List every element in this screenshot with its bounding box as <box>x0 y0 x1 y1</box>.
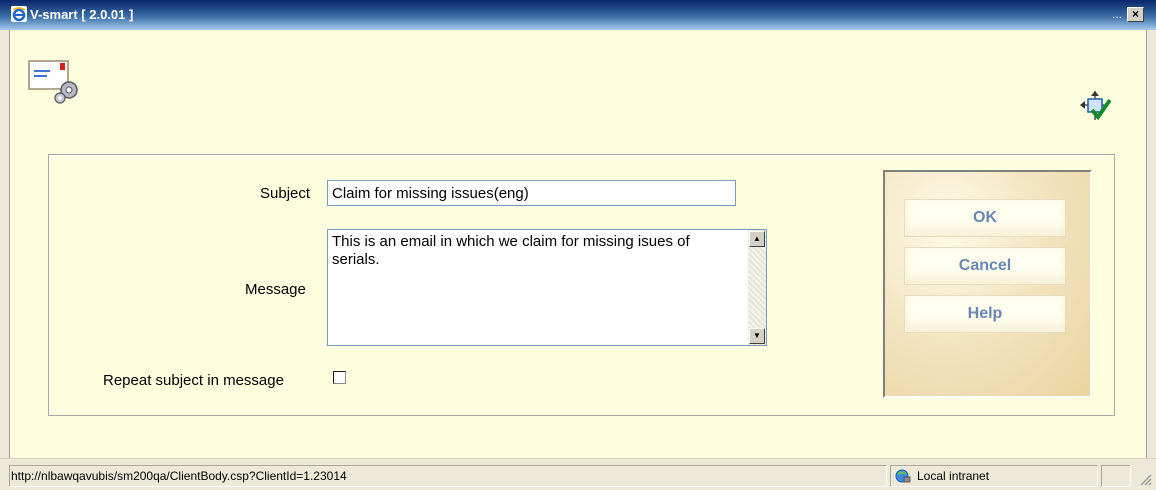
message-textarea[interactable]: This is an email in which we claim for m… <box>327 229 767 346</box>
window-ellipsis: ... <box>1112 7 1123 21</box>
window-title: V-smart [ 2.0.01 ] <box>30 7 134 22</box>
repeat-subject-label: Repeat subject in message <box>103 372 284 389</box>
status-url: http://nlbawqavubis/sm200qa/ClientBody.c… <box>9 465 887 487</box>
ok-button[interactable]: OK <box>904 199 1066 237</box>
scroll-down-icon[interactable]: ▼ <box>749 328 765 344</box>
scroll-up-icon[interactable]: ▲ <box>749 231 765 247</box>
message-scrollbar[interactable]: ▲ ▼ <box>748 230 766 345</box>
message-label: Message <box>245 281 306 298</box>
resize-grip-icon[interactable] <box>1136 470 1152 486</box>
title-bar[interactable]: V-smart [ 2.0.01 ] ... × <box>0 0 1156 30</box>
status-zone-label: Local intranet <box>917 469 990 483</box>
email-settings-icon[interactable] <box>27 58 79 104</box>
status-empty-cell <box>1101 465 1131 487</box>
intranet-icon <box>895 469 911 483</box>
help-button[interactable]: Help <box>904 295 1066 333</box>
subject-input[interactable] <box>327 180 736 206</box>
subject-label: Subject <box>260 185 311 202</box>
close-button[interactable]: × <box>1127 7 1144 22</box>
cancel-button[interactable]: Cancel <box>904 247 1066 285</box>
status-zone: Local intranet <box>890 465 1098 487</box>
ie-icon <box>11 6 27 22</box>
message-text: This is an email in which we claim for m… <box>332 233 690 268</box>
status-bar: http://nlbawqavubis/sm200qa/ClientBody.c… <box>0 458 1156 490</box>
repeat-subject-checkbox[interactable] <box>333 371 346 384</box>
confirm-layout-icon[interactable] <box>1079 90 1111 124</box>
